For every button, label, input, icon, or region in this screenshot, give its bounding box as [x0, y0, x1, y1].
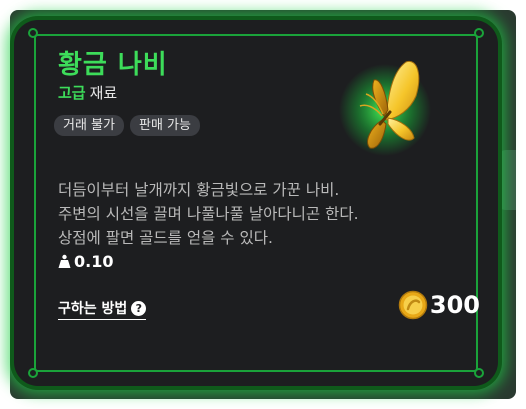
gold-coin-icon: [398, 290, 428, 320]
how-to-obtain-link[interactable]: 구하는 방법 ?: [58, 298, 147, 320]
how-to-obtain-label: 구하는 방법: [58, 301, 128, 317]
description-line: 주변의 시선을 끌며 나풀나풀 날아다니곤 한다.: [58, 205, 359, 223]
item-category: 재료: [89, 84, 118, 102]
golden-butterfly-icon: [339, 60, 431, 156]
weight-icon: [58, 254, 71, 268]
description-line: 상점에 팔면 골드를 얻을 수 있다.: [58, 229, 273, 247]
frame-corner-ornament: [28, 28, 38, 38]
description-line: 더듬이부터 날개까지 황금빛으로 가꾼 나비.: [58, 181, 340, 199]
frame-corner-ornament: [474, 368, 484, 378]
frame-corner-ornament: [474, 28, 484, 38]
question-circle-icon: ?: [131, 300, 147, 316]
tag-untradable: 거래 불가: [54, 115, 124, 136]
item-name: 황금 나비: [58, 50, 168, 80]
item-description: 더듬이부터 날개까지 황금빛으로 가꾼 나비. 주변의 시선을 끌며 나풀나풀 …: [58, 178, 438, 250]
item-price-value: 300: [429, 291, 480, 319]
item-grade: 고급: [58, 84, 86, 102]
item-sell-price: 300: [398, 290, 480, 320]
tag-sellable: 판매 가능: [129, 115, 200, 136]
frame-corner-ornament: [28, 368, 38, 378]
item-weight: 0.10: [58, 252, 113, 271]
background-decoration: [496, 150, 516, 210]
item-tags: 거래 불가 판매 가능: [54, 115, 200, 136]
item-weight-value: 0.10: [74, 252, 114, 271]
item-grade-line: 고급 재료: [58, 82, 117, 103]
